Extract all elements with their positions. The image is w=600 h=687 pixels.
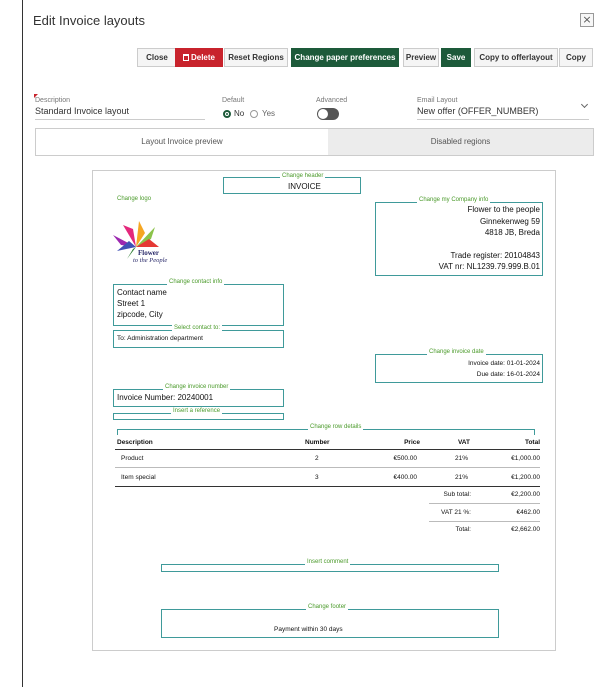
delete-button[interactable]: Delete	[175, 48, 223, 67]
row-2-total: €1,200.00	[511, 474, 540, 481]
change-company-info-label[interactable]: Change my Company info	[417, 197, 491, 203]
grand-total-label: Total:	[455, 526, 471, 533]
column-header-number: Number	[305, 439, 330, 446]
column-header-total: Total	[524, 439, 540, 446]
insert-reference-label[interactable]: Insert a reference	[171, 408, 223, 414]
tab-disabled-regions[interactable]: Disabled regions	[328, 129, 593, 155]
contact-name: Contact name	[117, 288, 167, 297]
vat-total-value: €462.00	[516, 509, 541, 516]
default-yes-radio[interactable]	[250, 110, 258, 118]
default-yes-label: Yes	[262, 109, 276, 118]
subtotal-divider	[429, 503, 540, 504]
table-header-divider	[115, 449, 540, 450]
select-contact-label[interactable]: Select contact to:	[172, 325, 223, 331]
row-2-vat: 21%	[454, 474, 468, 481]
advanced-toggle[interactable]	[317, 108, 339, 120]
description-label: Description	[35, 97, 71, 104]
edit-invoice-layouts-dialog: Edit Invoice layouts × Close Delete Rese…	[22, 0, 600, 687]
copy-to-offerlayout-button[interactable]: Copy to offerlayout	[474, 48, 558, 67]
tab-layout-invoice-preview[interactable]: Layout Invoice preview	[36, 129, 328, 155]
close-dialog-icon[interactable]: ×	[580, 13, 594, 27]
layout-tabs: Layout Invoice preview Disabled regions	[35, 128, 594, 156]
logo-text-flower: Flower	[138, 249, 159, 257]
chevron-down-icon[interactable]	[580, 100, 589, 109]
row-1-vat: 21%	[454, 455, 468, 462]
logo-text-people: to the People	[133, 257, 168, 264]
change-header-label[interactable]: Change header	[280, 173, 326, 179]
row-2-divider	[115, 486, 540, 487]
description-underline	[35, 119, 205, 120]
change-footer-label[interactable]: Change footer	[306, 604, 349, 610]
invoice-date: Invoice date: 01-01-2024	[468, 360, 540, 367]
preview-button[interactable]: Preview	[403, 48, 439, 67]
delete-button-label: Delete	[190, 53, 215, 62]
invoice-number: Invoice Number: 20240001	[117, 393, 214, 402]
column-header-price: Price	[404, 439, 420, 446]
change-row-details-label[interactable]: Change row details	[308, 424, 364, 430]
description-input[interactable]: Standard Invoice layout	[35, 106, 129, 116]
company-name: Flower to the people	[467, 205, 541, 214]
comment-region[interactable]	[161, 564, 499, 572]
footer-region[interactable]	[161, 609, 499, 638]
row-2-number: 3	[315, 474, 319, 481]
advanced-label: Advanced	[316, 97, 348, 104]
default-no-label: No	[234, 109, 245, 118]
row-1-number: 2	[315, 455, 319, 462]
due-date: Due date: 16-01-2024	[476, 371, 540, 378]
company-trade-register: Trade register: 20104843	[450, 251, 540, 260]
default-no-radio[interactable]	[223, 110, 231, 118]
dialog-title: Edit Invoice layouts	[33, 13, 146, 28]
column-header-description: Description	[117, 439, 153, 446]
default-label: Default	[222, 97, 245, 104]
company-street: Ginnekenweg 59	[479, 217, 540, 226]
change-contact-info-label[interactable]: Change contact info	[167, 279, 225, 285]
vat-divider	[429, 521, 540, 522]
email-layout-label: Email Layout	[417, 97, 458, 104]
email-layout-underline	[417, 119, 589, 120]
row-1-total: €1,000.00	[511, 455, 540, 462]
row-1-price: €500.00	[393, 455, 418, 462]
select-contact-value: To: Administration department	[117, 335, 203, 342]
contact-street: Street 1	[117, 299, 146, 308]
insert-comment-label[interactable]: Insert comment	[305, 559, 351, 565]
change-invoice-number-label[interactable]: Change invoice number	[163, 384, 231, 390]
company-vat-number: VAT nr: NL1239.79.999.B.01	[438, 262, 540, 271]
row-2-description: Item special	[121, 474, 156, 481]
row-1-description: Product	[121, 455, 144, 462]
change-logo-label[interactable]: Change logo	[115, 196, 154, 202]
subtotal-label: Sub total:	[443, 491, 471, 498]
footer-text: Payment within 30 days	[274, 626, 343, 633]
contact-city: zipcode, City	[117, 310, 163, 319]
trash-icon	[182, 54, 189, 61]
save-button[interactable]: Save	[441, 48, 471, 67]
invoice-heading: INVOICE	[288, 182, 321, 191]
subtotal-value: €2,200.00	[511, 491, 540, 498]
email-layout-select[interactable]: New offer (OFFER_NUMBER)	[417, 106, 538, 116]
reference-region[interactable]	[113, 413, 284, 420]
copy-button[interactable]: Copy	[559, 48, 593, 67]
close-button[interactable]: Close	[137, 48, 177, 67]
change-invoice-date-label[interactable]: Change invoice date	[427, 349, 486, 355]
column-header-vat: VAT	[457, 439, 470, 446]
reset-regions-button[interactable]: Reset Regions	[224, 48, 288, 67]
grand-total-value: €2,662.00	[511, 526, 540, 533]
row-2-price: €400.00	[393, 474, 418, 481]
invoice-preview-paper: Change header INVOICE Change logo Flower…	[92, 170, 556, 651]
row-1-divider	[115, 467, 540, 468]
company-city: 4818 JB, Breda	[484, 228, 540, 237]
vat-total-label: VAT 21 %:	[441, 509, 471, 516]
change-paper-preferences-button[interactable]: Change paper preferences	[291, 48, 399, 67]
invoice-date-region[interactable]	[375, 354, 543, 383]
